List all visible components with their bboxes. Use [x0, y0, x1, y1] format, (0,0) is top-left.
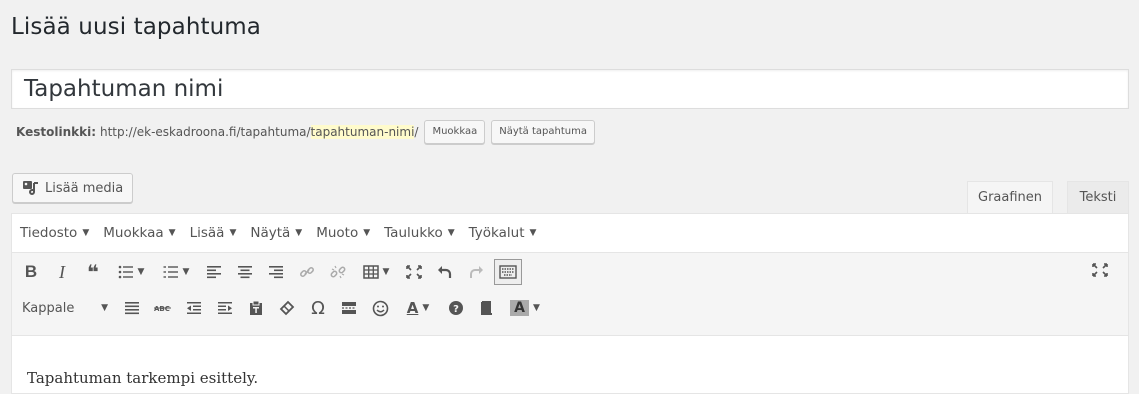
menu-tools[interactable]: Työkalut ▼ [469, 225, 537, 241]
event-title-input[interactable]: Tapahtuman nimi [11, 69, 1129, 109]
numbered-list-icon [163, 266, 178, 278]
unlink-button[interactable] [325, 259, 351, 285]
table-button[interactable]: ▼ [356, 259, 396, 285]
menu-table[interactable]: Taulukko ▼ [384, 225, 454, 241]
menu-edit[interactable]: Muokkaa ▼ [103, 225, 175, 241]
permalink-label: Kestolinkki: [16, 125, 96, 139]
strikethrough-button[interactable]: ABC [150, 295, 176, 321]
media-icon [22, 180, 40, 196]
add-media-label: Lisää media [45, 180, 124, 196]
bold-button[interactable]: B [18, 259, 44, 285]
read-more-button[interactable] [336, 295, 362, 321]
view-event-button[interactable]: Näytä tapahtuma [491, 120, 595, 144]
table-icon [362, 265, 379, 279]
redo-button[interactable] [463, 259, 489, 285]
background-color-button[interactable]: A ▼ [505, 295, 545, 321]
link-button[interactable] [294, 259, 320, 285]
blockquote-button[interactable]: ❝ [80, 259, 106, 285]
edit-permalink-button[interactable]: Muokkaa [424, 120, 486, 144]
permalink-trailing: / [414, 125, 419, 139]
svg-text:?: ? [453, 304, 459, 315]
align-left-icon [207, 266, 221, 279]
align-right-button[interactable] [263, 259, 289, 285]
fullscreen-button[interactable] [1087, 257, 1113, 283]
unlink-icon [330, 265, 346, 279]
bullet-list-icon [118, 265, 133, 279]
menu-format[interactable]: Muoto ▼ [316, 225, 370, 241]
editor-content[interactable]: Tapahtuman tarkempi esittely. [27, 369, 258, 387]
permalink-base-url: http://ek-eskadroona.fi/tapahtuma/ [100, 125, 311, 139]
keyboard-icon [499, 265, 517, 279]
align-center-button[interactable] [232, 259, 258, 285]
toolbar-row-1: B I ❝ ▼ ▼ ▼ [18, 257, 527, 287]
emoji-button[interactable] [367, 295, 393, 321]
editor: Tiedosto ▼ Muokkaa ▼ Lisää ▼ Näytä ▼ Muoto ▼ … [11, 213, 1129, 394]
permalink-row: Kestolinkki: http://ek-eskadroona.fi/tap… [16, 118, 595, 146]
book-button[interactable] [474, 295, 500, 321]
fullscreen-icon [1092, 263, 1108, 277]
eraser-icon [279, 300, 295, 316]
italic-button[interactable]: I [49, 259, 75, 285]
align-justify-icon [125, 302, 139, 315]
align-left-button[interactable] [201, 259, 227, 285]
menu-insert[interactable]: Lisää ▼ [190, 225, 237, 241]
bullet-list-button[interactable]: ▼ [111, 259, 151, 285]
smiley-icon [372, 300, 388, 316]
toolbar-toggle-button[interactable] [494, 259, 522, 285]
undo-button[interactable] [432, 259, 458, 285]
svg-text:ABC: ABC [154, 305, 170, 313]
toolbar-row-2: Kappale ▼ ABC Ω A ▼ ? A ▼ [18, 293, 550, 323]
outdent-icon [187, 302, 201, 314]
indent-icon [218, 302, 232, 314]
help-icon: ? [449, 301, 463, 315]
add-media-button[interactable]: Lisää media [12, 173, 134, 203]
tab-visual[interactable]: Graafinen [967, 181, 1054, 213]
align-center-icon [238, 266, 252, 279]
outdent-button[interactable] [181, 295, 207, 321]
help-button[interactable]: ? [443, 295, 469, 321]
undo-icon [438, 266, 452, 278]
clear-formatting-button[interactable] [274, 295, 300, 321]
editor-menubar: Tiedosto ▼ Muokkaa ▼ Lisää ▼ Näytä ▼ Muoto ▼ … [12, 214, 1128, 253]
distraction-free-icon [406, 265, 422, 279]
background-color-icon: A [510, 300, 529, 316]
menu-view[interactable]: Näytä ▼ [250, 225, 302, 241]
book-icon [481, 301, 492, 315]
menu-file[interactable]: Tiedosto ▼ [20, 225, 89, 241]
numbered-list-button[interactable]: ▼ [156, 259, 196, 285]
redo-icon [470, 266, 483, 278]
editor-toolbar: B I ❝ ▼ ▼ ▼ Kappale ▼ ABC Ω A ▼ ? A ▼ [12, 253, 1128, 336]
clipboard-icon [250, 300, 262, 315]
text-color-icon: A [406, 299, 419, 317]
text-color-button[interactable]: A ▼ [398, 295, 438, 321]
permalink-slug[interactable]: tapahtuman-nimi [310, 125, 415, 139]
link-icon [300, 267, 314, 277]
justify-button[interactable] [119, 295, 145, 321]
read-more-icon [342, 302, 356, 314]
special-character-button[interactable]: Ω [305, 295, 331, 321]
align-right-icon [269, 266, 283, 279]
page-title: Lisää uusi tapahtuma [11, 14, 262, 40]
tab-text[interactable]: Teksti [1067, 181, 1129, 213]
format-select[interactable]: Kappale ▼ [18, 295, 113, 321]
distraction-free-button[interactable] [401, 259, 427, 285]
strikethrough-icon: ABC [154, 305, 171, 313]
paste-text-button[interactable] [243, 295, 269, 321]
indent-button[interactable] [212, 295, 238, 321]
